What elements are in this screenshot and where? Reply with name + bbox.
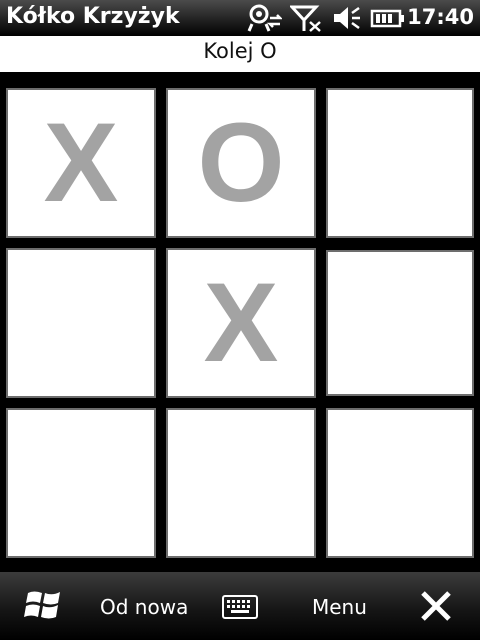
board-cell-3[interactable] bbox=[326, 88, 474, 238]
cell-mark: O bbox=[197, 100, 285, 225]
clock[interactable]: 17:40 bbox=[407, 5, 474, 29]
close-icon[interactable] bbox=[420, 590, 452, 622]
keyboard-icon[interactable] bbox=[222, 595, 258, 619]
board-cell-2[interactable]: O bbox=[166, 88, 316, 238]
board-cell-1[interactable]: X bbox=[6, 88, 156, 238]
board-cell-9[interactable] bbox=[326, 408, 474, 558]
board-cell-5[interactable]: X bbox=[166, 248, 316, 398]
turn-indicator: Kolej O bbox=[203, 39, 277, 63]
board-cell-8[interactable] bbox=[166, 408, 316, 558]
game-board: X O X bbox=[0, 72, 480, 572]
windows-start-icon[interactable] bbox=[24, 587, 64, 623]
board-cell-7[interactable] bbox=[6, 408, 156, 558]
title-bar: Kółko Krzyżyk 17:40 bbox=[0, 0, 480, 36]
softkey-bar: Od nowa Menu bbox=[0, 572, 480, 640]
sync-icon[interactable] bbox=[246, 4, 282, 32]
cell-mark: X bbox=[43, 100, 119, 225]
battery-icon[interactable] bbox=[370, 4, 406, 32]
menu-button[interactable]: Menu bbox=[312, 595, 367, 619]
board-cell-4[interactable] bbox=[6, 248, 156, 398]
signal-off-icon[interactable] bbox=[290, 4, 322, 32]
volume-muted-icon[interactable] bbox=[332, 4, 362, 32]
cell-mark: X bbox=[203, 260, 279, 385]
app-title: Kółko Krzyżyk bbox=[6, 4, 180, 29]
new-game-button[interactable]: Od nowa bbox=[100, 595, 188, 619]
board-cell-6[interactable] bbox=[326, 250, 474, 396]
turn-indicator-bar: Kolej O bbox=[0, 36, 480, 72]
